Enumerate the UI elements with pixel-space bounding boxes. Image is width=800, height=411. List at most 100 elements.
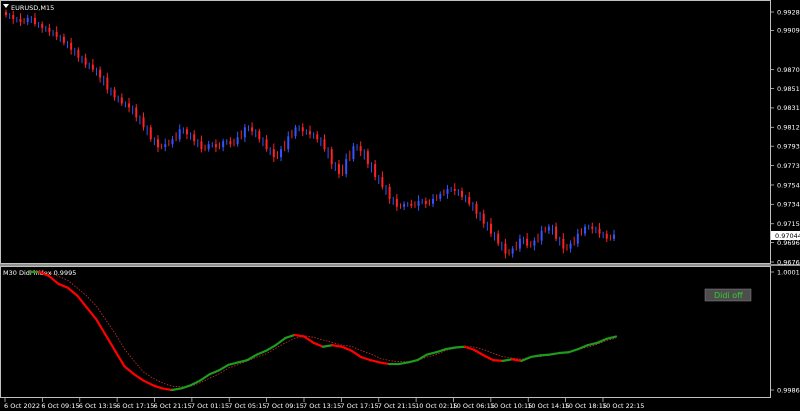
didi-segment [85,306,98,321]
candle-body [164,144,167,148]
time-tick-label: 7 Oct 01:15 [191,402,229,410]
didi-segment [66,286,79,297]
time-tick-label: 7 Oct 21:15 [378,402,416,410]
didi-segment [331,344,344,348]
didi-tick-label: 0.9986 [777,386,800,394]
candle-body [424,200,427,204]
didi-segment [463,345,476,351]
didi-segment [312,341,325,348]
candle-body [432,198,435,204]
candle-body [323,139,326,150]
symbol-title: EURUSD,M15 [11,4,54,12]
price-tick-label: 0.99280 [777,8,800,16]
candle-body [265,139,268,150]
candle-body [598,228,601,234]
candle-body [135,107,138,118]
didi-lines-group [28,270,618,392]
didi-segment [501,358,514,362]
didi-segment [558,351,570,355]
candle-body [562,238,565,249]
candle-body [591,226,594,229]
candle-body [511,248,514,254]
didi-signal-line [30,270,617,388]
didi-segment [265,344,277,352]
didi-segment [284,333,296,340]
candle-body [446,188,449,194]
price-tick-label: 0.97540 [777,181,800,189]
didi-segment [123,365,136,376]
didi-segment [435,347,447,354]
didi-segment [510,358,523,362]
candle-body [120,97,123,104]
candle-body [395,198,398,207]
candle-body [236,137,239,145]
candle-body [5,12,7,15]
time-tick-label: 6 Oct 17:15 [116,402,154,410]
candle-body [149,127,152,140]
time-tick-label: 6 Oct 09:15 [41,402,79,410]
price-tick-label: 0.98510 [777,85,800,93]
price-tick-label: 0.97930 [777,142,800,150]
candle-body [316,134,319,140]
time-tick-label: 10 Oct 18:15 [565,402,607,410]
didi-segment [492,359,504,362]
price-tick-label: 0.98120 [777,124,800,132]
didi-segment [473,348,485,357]
didi-segment [236,359,249,364]
didi-segment [142,379,154,387]
didi-segment [170,387,183,392]
didi-segment [539,353,551,357]
triangle-down-icon[interactable] [3,4,9,8]
candle-body [337,164,340,175]
candle-body [301,127,304,132]
candle-body [439,193,442,199]
candle-body [207,144,210,150]
candle-body [352,146,355,160]
time-tick-label: 7 Oct 09:15 [266,402,304,410]
candle-body [475,203,478,214]
price-axis: 0.99280 0.99095 0.98700 0.98510 0.98315 0.981… [770,8,800,266]
candle-body [584,226,587,234]
time-tick-label: 6 Oct 2022 [4,402,40,410]
didi-segment [76,294,88,309]
price-tick-label: 0.97735 [777,162,800,170]
didi-segment [454,345,466,349]
didi-segment [369,359,381,364]
didi-segment [47,274,60,285]
time-tick-label: 10 Oct 02:15 [415,402,457,410]
didi-axis: 1.0001 0.9986 [770,268,800,394]
candle-body [613,234,615,239]
didi-segment [208,369,221,376]
price-chart-frame [0,0,771,264]
candle-body [294,127,297,137]
candle-body [540,230,543,241]
price-tick-label: 0.98315 [777,104,800,112]
candle-body [157,139,159,148]
candle-body [48,27,51,32]
candle-body [142,117,145,128]
didi-segment [350,349,362,359]
candles-group [5,9,615,259]
candle-body [533,240,536,246]
candle-body [222,141,225,148]
candle-body [489,223,492,234]
didi-segment [161,387,173,392]
price-tick-label: 0.97150 [777,220,800,228]
time-tick-label: 7 Oct 17:15 [340,402,378,410]
candle-body [193,134,196,142]
candle-body [272,149,275,158]
candle-body [12,14,15,19]
candle-body [576,233,579,244]
time-tick-label: 6 Oct 21:15 [154,402,192,410]
didi-off-button[interactable]: Didi off [704,288,752,302]
didi-segment [444,346,457,351]
didi-segment [567,347,580,354]
price-tick-label: 0.98700 [777,66,800,74]
didi-segment [340,345,353,352]
candle-body [547,226,550,231]
didi-segment [605,335,618,340]
candle-body [33,17,36,24]
candle-body [359,146,362,152]
didi-segment [406,359,419,364]
candle-body [99,69,102,78]
